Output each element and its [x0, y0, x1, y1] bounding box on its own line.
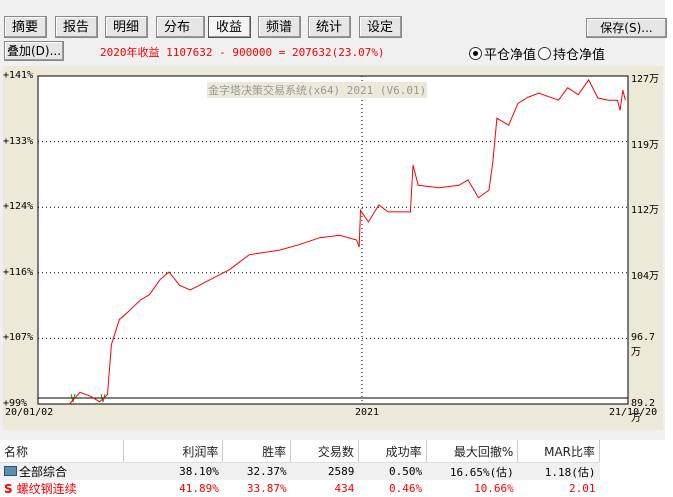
table-row[interactable]: S 螺纹钢连续 41.89% 33.87% 434 0.46% 10.66% 2.…: [0, 480, 600, 497]
col-success-rate[interactable]: 成功率: [358, 440, 427, 463]
overlay-button[interactable]: 叠加(D)...: [4, 41, 64, 61]
y-left-tick: +133%: [3, 135, 34, 147]
equity-chart-panel: 金字塔决策交易系统(x64) 2021 (V6.01) +141% 127万 +13…: [3, 66, 663, 430]
y-right-tick: 112万: [631, 205, 660, 217]
radio-label: 平仓净值: [484, 48, 537, 63]
tab-profit[interactable]: 收益: [208, 16, 251, 38]
col-trades[interactable]: 交易数: [290, 440, 359, 463]
col-max-drawdown[interactable]: 最大回撤%: [426, 440, 519, 463]
cell: 33.87%: [246, 482, 287, 495]
cell: 0.46%: [389, 482, 423, 495]
y-right-tick: 127万: [631, 74, 660, 85]
tab-detail[interactable]: 明细: [105, 16, 148, 38]
col-mar[interactable]: MAR比率: [517, 440, 600, 463]
yearly-profit-summary: 2020年收益 1107632 - 900000 = 207632(23.07%…: [100, 46, 385, 59]
col-win-rate[interactable]: 胜率: [222, 440, 292, 463]
tab-spectrum[interactable]: 频谱: [258, 16, 301, 38]
y-left-tick: +116%: [3, 266, 34, 278]
watermark: 金字塔决策交易系统(x64) 2021 (V6.01): [207, 82, 428, 98]
x-tick: 21/10/20: [609, 407, 658, 418]
cell: 0.50%: [358, 462, 427, 480]
radio-unchecked-icon: [538, 47, 551, 60]
y-right-tick: 104万: [631, 270, 660, 282]
cell: 32.37%: [222, 462, 291, 480]
cell: 434: [334, 482, 355, 495]
table-row[interactable]: 全部综合 38.10% 32.37% 2589 0.50% 16.65%(估) …: [0, 462, 600, 480]
radio-checked-icon: [469, 47, 482, 60]
radio-close-equity[interactable]: 平仓净值: [469, 44, 536, 63]
report-window: 摘要 报告 明细 分布 收益 频谱 统计 设定 保存(S)... 叠加(D)..…: [0, 0, 667, 440]
cell: 1.18(估): [517, 462, 600, 480]
tab-statistics[interactable]: 统计: [308, 16, 351, 38]
save-button[interactable]: 保存(S)...: [586, 18, 667, 38]
y-right-tick: 96.7万: [631, 332, 656, 359]
tab-settings[interactable]: 设定: [359, 16, 402, 38]
cell: 2.01: [569, 482, 596, 495]
y-left-tick: +107%: [3, 332, 34, 344]
col-name[interactable]: 名称: [0, 440, 125, 463]
cell: 41.89%: [179, 482, 219, 495]
plot-area: [37, 75, 629, 405]
equity-chart: [37, 75, 629, 405]
cell: 全部综合: [19, 465, 68, 479]
tab-summary[interactable]: 摘要: [4, 16, 47, 38]
cell: 10.66%: [474, 482, 514, 495]
tab-distribution[interactable]: 分布: [156, 16, 205, 38]
y-right-tick: 119万: [631, 139, 660, 151]
radio-label: 持仓净值: [553, 48, 606, 63]
cell: 螺纹钢连续: [16, 482, 77, 496]
cell: 16.65%(估): [426, 462, 518, 480]
x-tick: 2021: [355, 407, 380, 418]
col-profit-rate[interactable]: 利润率: [123, 440, 224, 463]
folder-icon: [4, 466, 17, 476]
cell: 2589: [290, 462, 359, 480]
y-left-tick: +124%: [3, 201, 34, 213]
strategy-s-icon: S: [4, 482, 13, 496]
results-table: 名称 利润率 胜率 交易数 成功率 最大回撤% MAR比率 全部综合 38.10…: [0, 440, 600, 497]
x-tick: 20/01/02: [5, 407, 54, 418]
table-header: 名称 利润率 胜率 交易数 成功率 最大回撤% MAR比率: [0, 440, 600, 463]
cell: 38.10%: [123, 462, 223, 480]
y-left-tick: +141%: [3, 70, 34, 81]
tab-report[interactable]: 报告: [55, 16, 98, 38]
radio-hold-equity[interactable]: 持仓净值: [538, 44, 605, 63]
